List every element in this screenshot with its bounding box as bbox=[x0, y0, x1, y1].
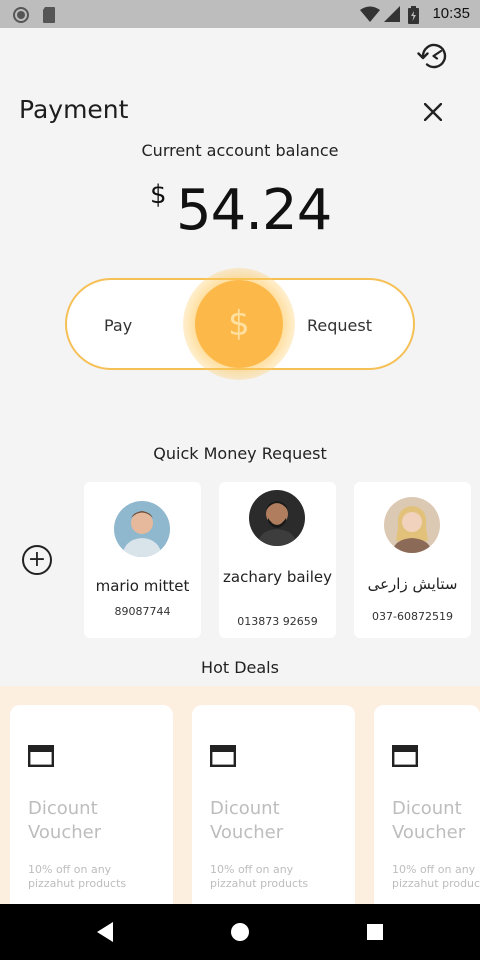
deal-title: Dicount Voucher bbox=[28, 798, 102, 843]
dollar-icon: $ bbox=[228, 304, 250, 344]
close-icon bbox=[424, 103, 442, 121]
contact-name: ستایش زارعی bbox=[367, 575, 458, 593]
contact-name: mario mittet bbox=[95, 577, 190, 595]
avatar bbox=[114, 501, 170, 557]
status-time: 10:35 bbox=[432, 5, 470, 22]
plus-icon: + bbox=[27, 547, 47, 572]
add-contact-button[interactable]: + bbox=[22, 545, 52, 575]
contact-card[interactable]: ستایش زارعی 037-60872519 bbox=[354, 482, 471, 638]
deal-card[interactable]: Dicount Voucher 10% off on any pizzahut … bbox=[10, 705, 173, 915]
contact-card[interactable]: mario mittet 89087744 bbox=[84, 482, 201, 638]
deal-description: 10% off on any pizzahut products bbox=[28, 863, 127, 890]
deal-card[interactable]: Dicount Voucher 10% off on any pizzahut … bbox=[374, 705, 480, 915]
signal-icon bbox=[384, 6, 400, 26]
history-button[interactable] bbox=[416, 40, 450, 72]
wifi-icon bbox=[360, 6, 380, 26]
home-button[interactable] bbox=[228, 920, 252, 944]
navigation-bar bbox=[0, 904, 480, 960]
balance-currency: $ bbox=[150, 180, 167, 210]
contact-phone: 037-60872519 bbox=[372, 610, 453, 623]
balance-label: Current account balance bbox=[141, 141, 339, 160]
deal-description: 10% off on any pizzahut products bbox=[210, 863, 309, 890]
recents-button[interactable] bbox=[363, 920, 387, 944]
deal-title: Dicount Voucher bbox=[210, 798, 284, 843]
page-title: Payment bbox=[19, 95, 129, 124]
voucher-icon bbox=[28, 745, 54, 767]
contact-name: zachary bailey bbox=[223, 568, 332, 586]
notification-icon bbox=[12, 6, 30, 28]
voucher-icon bbox=[392, 745, 418, 767]
pay-option[interactable]: Pay bbox=[104, 316, 132, 335]
avatar bbox=[384, 497, 440, 553]
recents-icon bbox=[367, 924, 383, 940]
slider-knob[interactable]: $ bbox=[195, 280, 283, 368]
status-bar: 10:35 bbox=[0, 0, 480, 28]
voucher-icon bbox=[210, 745, 236, 767]
request-option[interactable]: Request bbox=[307, 316, 372, 335]
quick-request-title: Quick Money Request bbox=[153, 444, 327, 463]
back-button[interactable] bbox=[93, 920, 117, 944]
home-icon bbox=[231, 923, 249, 941]
hot-deals-title: Hot Deals bbox=[201, 658, 279, 677]
contact-phone: 013873 92659 bbox=[237, 615, 318, 628]
deal-card[interactable]: Dicount Voucher 10% off on any pizzahut … bbox=[192, 705, 355, 915]
deal-description: 10% off on any pizzahut products bbox=[392, 863, 480, 890]
close-button[interactable] bbox=[419, 98, 447, 126]
contact-phone: 89087744 bbox=[114, 605, 171, 618]
contact-card[interactable]: zachary bailey 013873 92659 bbox=[219, 482, 336, 638]
back-icon bbox=[97, 922, 113, 942]
avatar bbox=[249, 490, 305, 546]
deal-title: Dicount Voucher bbox=[392, 798, 466, 843]
battery-icon bbox=[408, 6, 419, 28]
balance-amount: 54.24 bbox=[176, 178, 332, 243]
sd-card-icon bbox=[41, 6, 57, 28]
history-icon bbox=[417, 43, 447, 69]
